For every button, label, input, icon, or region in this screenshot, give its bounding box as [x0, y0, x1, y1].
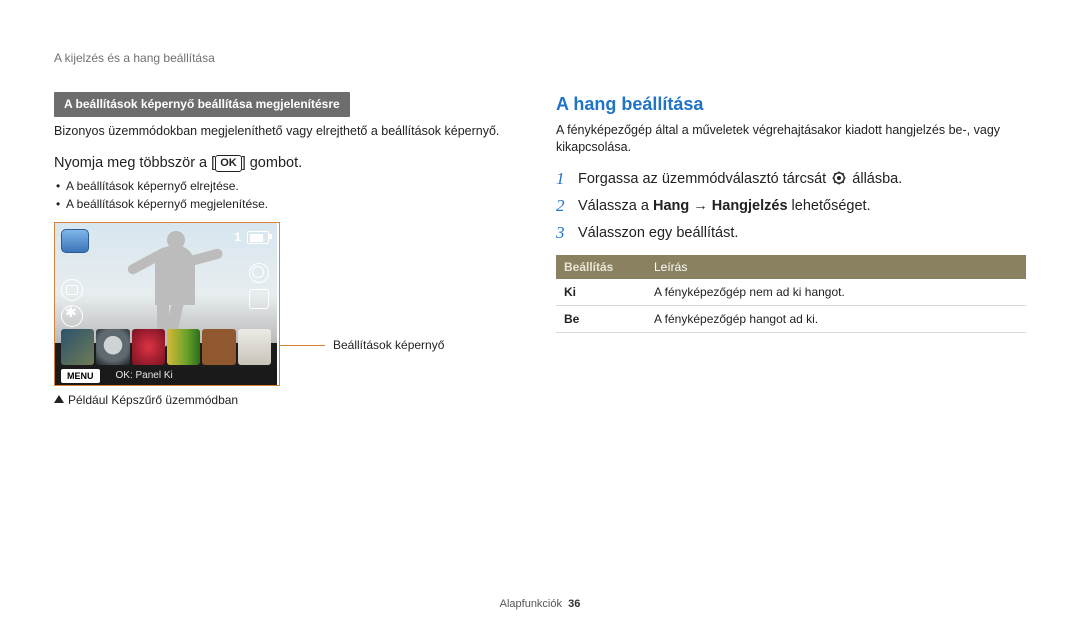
triangle-icon [54, 395, 64, 403]
footer-page: 36 [568, 598, 580, 610]
press-post: ] gombot. [242, 155, 302, 171]
filter-thumb [96, 329, 129, 365]
step-item: 2 Válassza a Hang → Hangjelzés lehetőség… [556, 195, 1026, 218]
table-val: A fényképezőgép nem ad ki hangot. [646, 279, 1026, 306]
mode-chip-icon [61, 229, 89, 253]
page-header: A kijelzés és a hang beállítása [54, 50, 215, 66]
press-pre: Nyomja meg többször a [ [54, 155, 215, 171]
press-instruction: Nyomja meg többször a [OK] gombot. [54, 154, 534, 174]
table-key: Ki [556, 279, 646, 306]
filter-thumb-strip [61, 329, 271, 365]
filter-thumb [132, 329, 165, 365]
section-intro: Bizonyos üzemmódokban megjeleníthető vag… [54, 123, 534, 140]
table-row: Be A fényképezőgép hangot ad ki. [556, 306, 1026, 333]
step-item: 1 Forgassa az üzemmódválasztó tárcsát ál… [556, 168, 1026, 191]
table-header: Beállítás [556, 255, 646, 279]
bullet-list: A beállítások képernyő elrejtése. A beál… [54, 178, 534, 212]
battery-icon [247, 231, 269, 244]
section-intro: A fényképezőgép által a műveletek végreh… [556, 122, 1026, 156]
table-header: Leírás [646, 255, 1026, 279]
step-text: Válasszon egy beállítást. [578, 222, 738, 245]
bullet-item: A beállítások képernyő megjelenítése. [54, 196, 534, 212]
ok-panel-text: OK: Panel Ki [116, 369, 173, 383]
filter-thumb [202, 329, 235, 365]
step-number: 3 [556, 222, 578, 245]
gear-dial-icon [832, 171, 846, 185]
bullet-item: A beállítások képernyő elrejtése. [54, 178, 534, 194]
filter-thumb [61, 329, 94, 365]
step-number: 2 [556, 195, 578, 218]
step-text: Válassza a Hang → Hangjelzés lehetőséget… [578, 195, 871, 218]
bottom-bar: MENU OK: Panel Ki [55, 367, 277, 385]
shot-counter: 1 [234, 229, 241, 245]
camera-screenshot: 1 MENU OK: Panel Ki [55, 223, 277, 385]
options-table: Beállítás Leírás Ki A fényképezőgép nem … [556, 255, 1026, 334]
menu-badge: MENU [61, 369, 100, 383]
table-val: A fényképezőgép hangot ad ki. [646, 306, 1026, 333]
left-column: A beállítások képernyő beállítása megjel… [54, 92, 534, 408]
filter-thumb [167, 329, 200, 365]
frame-icon [249, 289, 269, 309]
ok-key-icon: OK [215, 155, 242, 172]
screenshot-frame: 1 MENU OK: Panel Ki Beállítások képernyő [54, 222, 280, 386]
filter-thumb [238, 329, 271, 365]
footer-label: Alapfunkciók [500, 598, 562, 610]
callout-label: Beállítások képernyő [333, 337, 444, 353]
step-item: 3 Válasszon egy beállítást. [556, 222, 1026, 245]
camera-icon [61, 279, 83, 301]
step-number: 1 [556, 168, 578, 191]
table-row: Ki A fényképezőgép nem ad ki hangot. [556, 279, 1026, 306]
right-column: A hang beállítása A fényképezőgép által … [556, 92, 1026, 333]
settings-icon [61, 305, 83, 327]
step-list: 1 Forgassa az üzemmódválasztó tárcsát ál… [556, 168, 1026, 245]
table-key: Be [556, 306, 646, 333]
step-text: Forgassa az üzemmódválasztó tárcsát állá… [578, 168, 902, 191]
section-title: A hang beállítása [556, 92, 1026, 116]
page-footer: Alapfunkciók 36 [0, 597, 1080, 612]
callout-leader [279, 345, 325, 346]
caption-text: Például Képszűrő üzemmódban [68, 393, 238, 407]
screenshot-caption: Például Képszűrő üzemmódban [54, 392, 534, 408]
target-icon [249, 263, 269, 283]
section-pill: A beállítások képernyő beállítása megjel… [54, 92, 350, 117]
table-header-row: Beállítás Leírás [556, 255, 1026, 279]
